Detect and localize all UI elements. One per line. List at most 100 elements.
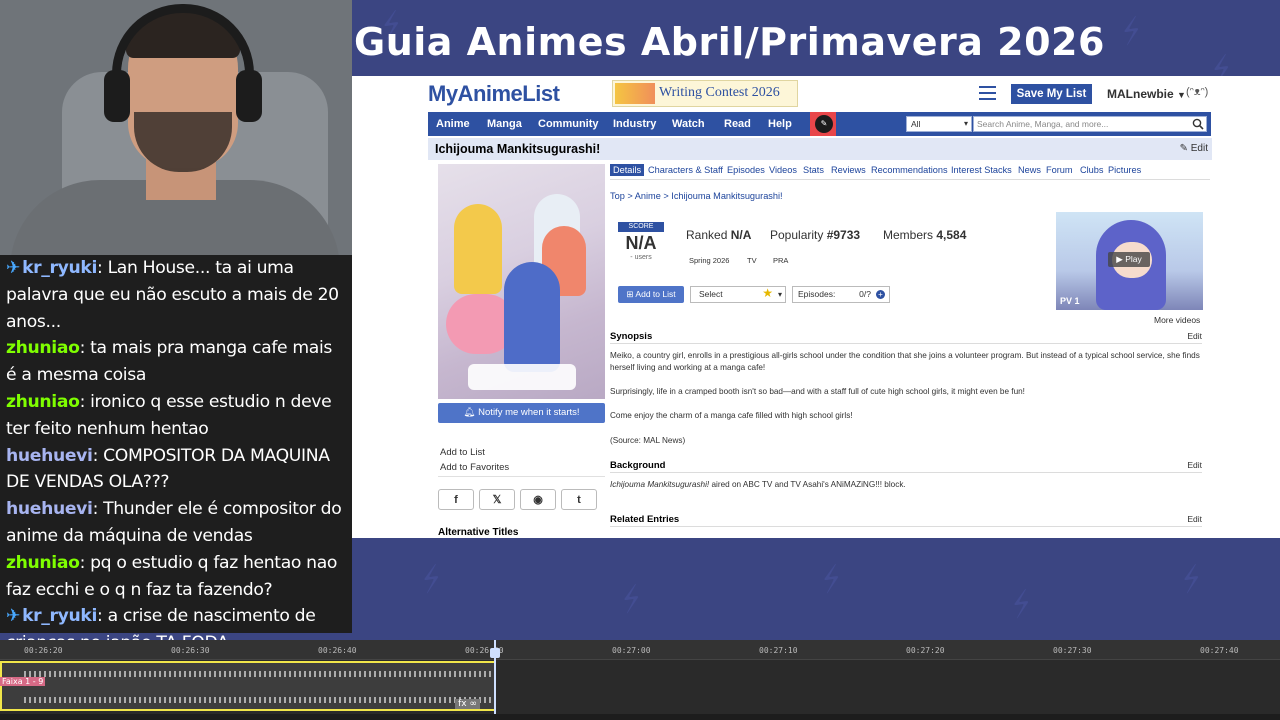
promo-video-thumbnail[interactable]: ▶ Play PV 1 xyxy=(1056,212,1203,310)
nav-anime[interactable]: Anime xyxy=(436,112,470,136)
nav-community[interactable]: Community xyxy=(538,112,599,136)
tab-forum[interactable]: Forum xyxy=(1046,165,1073,175)
mal-page: MyAnimeList Writing Contest 2026 Save My… xyxy=(428,76,1212,538)
nav-help[interactable]: Help xyxy=(768,112,792,136)
tab-details[interactable]: Details xyxy=(610,164,645,176)
playhead-handle[interactable] xyxy=(490,648,500,658)
related-header: Related Entries Edit xyxy=(610,513,1202,527)
detail-tabs: Details Characters & Staff Episodes Vide… xyxy=(610,164,1210,180)
badge-icon: ✈ xyxy=(6,606,21,627)
time-tick: 00:27:40 xyxy=(1200,646,1239,655)
tab-episodes[interactable]: Episodes xyxy=(727,165,765,175)
share-buttons: f 𝕏 ◉ t xyxy=(438,489,605,510)
tab-videos[interactable]: Videos xyxy=(769,165,797,175)
score-value: N/A xyxy=(625,233,657,253)
plus-icon[interactable]: + xyxy=(876,290,885,299)
chat-username[interactable]: zhuniao xyxy=(6,392,80,412)
more-videos-link[interactable]: More videos xyxy=(1154,315,1200,325)
anime-title-bar: Ichijouma Mankitsugurashi! ✎ Edit xyxy=(428,138,1212,160)
nav-promo-badge[interactable]: ✎ xyxy=(810,112,836,136)
promo-icon: ✎ xyxy=(815,115,833,133)
background-edit-link[interactable]: Edit xyxy=(1187,460,1202,470)
x-twitter-icon[interactable]: 𝕏 xyxy=(479,489,515,510)
mal-logo[interactable]: MyAnimeList xyxy=(428,81,560,107)
status-select[interactable]: Select ★ ▾ xyxy=(690,286,786,303)
tab-characters-staff[interactable]: Characters & Staff xyxy=(648,165,723,175)
tab-pictures[interactable]: Pictures xyxy=(1108,165,1141,175)
background-title: Background xyxy=(610,460,666,471)
search-input[interactable]: Search Anime, Manga, and more... xyxy=(973,116,1207,132)
reddit-icon[interactable]: ◉ xyxy=(520,489,556,510)
synopsis-header: Synopsis Edit xyxy=(610,330,1202,344)
save-my-list-button[interactable]: Save My List xyxy=(1011,84,1092,104)
synopsis-edit-link[interactable]: Edit xyxy=(1187,331,1202,341)
chat-message: huehuevi: COMPOSITOR DA MAQUINA DE VENDA… xyxy=(6,443,346,497)
score-users: - users xyxy=(630,254,652,261)
chat-username[interactable]: kr_ryuki xyxy=(22,258,97,278)
notify-button[interactable]: 🔔︎ Notify me when it starts! xyxy=(438,403,605,423)
timeline-scrollbar[interactable] xyxy=(0,714,1280,720)
sidebar-add-to-list[interactable]: Add to List xyxy=(438,447,605,458)
search-category-select[interactable]: All ▾ xyxy=(906,116,972,132)
chat-username[interactable]: zhuniao xyxy=(6,338,80,358)
nav-industry[interactable]: Industry xyxy=(613,112,656,136)
nav-read[interactable]: Read xyxy=(724,112,751,136)
related-edit-link[interactable]: Edit xyxy=(1187,514,1202,524)
score-label: SCORE xyxy=(618,222,664,232)
timeline-ruler[interactable]: 00:26:20 00:26:30 00:26:40 00:26:50 00:2… xyxy=(0,640,1280,660)
contest-banner-text: Writing Contest 2026 xyxy=(659,85,780,100)
track-label: Faixa 1 - 9 xyxy=(0,677,46,686)
lightning-decor-icon: ⚡ xyxy=(613,577,650,623)
lightning-decor-icon: ⚡ xyxy=(813,557,850,603)
synopsis-title: Synopsis xyxy=(610,331,653,342)
pencil-icon: ✎ xyxy=(1179,143,1188,154)
season-link[interactable]: Spring 2026 xyxy=(689,256,729,265)
background-header: Background Edit xyxy=(610,459,1202,473)
username: MALnewbie xyxy=(1107,87,1174,101)
chat-message: zhuniao: pq o estudio q faz hentao nao f… xyxy=(6,550,346,604)
time-tick: 00:26:40 xyxy=(318,646,357,655)
nav-manga[interactable]: Manga xyxy=(487,112,522,136)
chat-message: zhuniao: ta mais pra manga cafe mais é a… xyxy=(6,335,346,389)
add-to-list-button[interactable]: ⊞ Add to List xyxy=(618,286,684,303)
tab-clubs[interactable]: Clubs xyxy=(1080,165,1104,175)
type-link[interactable]: TV xyxy=(747,256,757,265)
headset-icon xyxy=(112,4,254,114)
tab-recommendations[interactable]: Recommendations xyxy=(871,165,948,175)
anime-poster[interactable] xyxy=(438,164,605,399)
chat-username[interactable]: huehuevi xyxy=(6,446,93,466)
user-emote: (ᵔᴥᵔ) xyxy=(1186,86,1209,98)
star-icon: ★ xyxy=(762,286,773,300)
synopsis-source: (Source: MAL News) xyxy=(610,436,686,445)
episodes-progress[interactable]: Episodes: 0/? + xyxy=(792,286,890,303)
fx-icon[interactable]: fx ∞ xyxy=(455,699,480,709)
chat-username[interactable]: kr_ryuki xyxy=(22,606,97,626)
tab-stats[interactable]: Stats xyxy=(803,165,824,175)
synopsis-paragraph: Come enjoy the charm of a manga cafe fil… xyxy=(610,411,853,420)
audio-clip[interactable]: Faixa 1 - 9 fx ∞ xyxy=(0,661,496,711)
tab-interest-stacks[interactable]: Interest Stacks xyxy=(951,165,1012,175)
user-menu[interactable]: MALnewbie ▼ xyxy=(1107,87,1186,101)
time-tick: 00:26:30 xyxy=(171,646,210,655)
lightning-decor-icon: ⚡ xyxy=(1003,582,1040,628)
search-icon[interactable] xyxy=(1192,118,1204,130)
facebook-icon[interactable]: f xyxy=(438,489,474,510)
time-tick: 00:26:20 xyxy=(24,646,63,655)
contest-art-image xyxy=(615,83,655,104)
sidebar-add-to-favorites[interactable]: Add to Favorites xyxy=(438,462,605,473)
list-menu-icon[interactable] xyxy=(979,86,996,100)
tab-news[interactable]: News xyxy=(1018,165,1041,175)
edit-title-link[interactable]: ✎ Edit xyxy=(1180,143,1208,154)
waveform xyxy=(24,697,494,703)
ranked-stat: Ranked N/A xyxy=(686,228,752,242)
nav-watch[interactable]: Watch xyxy=(672,112,705,136)
tab-reviews[interactable]: Reviews xyxy=(831,165,866,175)
chat-username[interactable]: huehuevi xyxy=(6,499,93,519)
tumblr-icon[interactable]: t xyxy=(561,489,597,510)
studio-link[interactable]: PRA xyxy=(773,256,788,265)
chat-username[interactable]: zhuniao xyxy=(6,553,80,573)
contest-banner[interactable]: Writing Contest 2026 xyxy=(612,80,798,107)
main-content: Details Characters & Staff Episodes Vide… xyxy=(610,164,1210,527)
play-button[interactable]: ▶ Play xyxy=(1108,252,1150,267)
breadcrumb[interactable]: Top > Anime > Ichijouma Mankitsugurashi! xyxy=(610,191,783,201)
